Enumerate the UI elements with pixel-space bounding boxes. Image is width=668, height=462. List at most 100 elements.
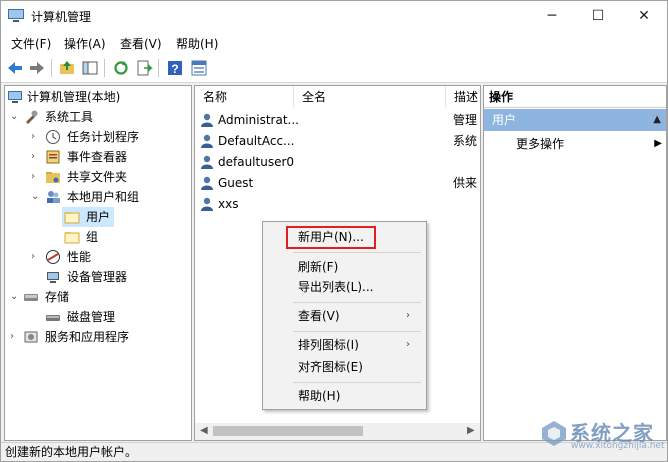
folder-icon <box>64 212 80 224</box>
expand-chevron-icon[interactable]: › <box>31 147 41 167</box>
tree-node-storage[interactable]: ⌄ 存储 <box>7 287 187 307</box>
actions-pane: 操作 用户 ▲ 更多操作 ▶ <box>483 85 667 441</box>
performance-icon <box>46 250 60 264</box>
menu-file[interactable]: 文件(F) <box>11 35 51 52</box>
horizontal-scrollbar[interactable]: ◀ ▶ <box>195 423 480 440</box>
close-button[interactable]: ✕ <box>621 1 667 31</box>
actions-section-users[interactable]: 用户 ▲ <box>484 109 666 131</box>
toolbar-separator <box>158 59 159 77</box>
user-name: xxs <box>218 197 239 211</box>
tree-node-disk-management[interactable]: 磁盘管理 <box>7 307 187 327</box>
user-icon <box>201 155 213 169</box>
title-bar: 计算机管理 ─ ☐ ✕ <box>1 1 667 31</box>
up-folder-icon[interactable] <box>58 59 76 77</box>
submenu-arrow-icon: › <box>406 339 410 350</box>
more-actions-item[interactable]: 更多操作 ▶ <box>516 133 666 155</box>
user-icon <box>201 134 213 148</box>
menu-item-arrange-icons[interactable]: 排列图标(I) › <box>298 335 410 355</box>
tree-node-event-viewer[interactable]: › 事件查看器 <box>7 147 187 167</box>
expand-chevron-icon[interactable]: › <box>31 167 41 187</box>
collapse-up-icon[interactable]: ▲ <box>653 109 661 131</box>
tree-node-groups[interactable]: 组 <box>62 227 114 247</box>
computer-management-icon <box>8 91 22 103</box>
forward-icon[interactable] <box>28 59 46 77</box>
maximize-button[interactable]: ☐ <box>575 1 621 31</box>
menu-action[interactable]: 操作(A) <box>64 35 106 52</box>
collapse-chevron-icon[interactable]: ⌄ <box>31 187 41 207</box>
minimize-button[interactable]: ─ <box>529 1 575 31</box>
console-tree: 计算机管理(本地) ⌄ 系统工具 › 任务计划程序 › 事件查看器 › 共享文件… <box>4 85 192 441</box>
toolbar: ? <box>1 53 667 83</box>
menu-separator <box>293 331 421 332</box>
clock-icon <box>46 130 60 144</box>
tree-label: 任务计划程序 <box>67 130 140 144</box>
submenu-arrow-icon: › <box>406 310 410 321</box>
menu-item-export-list[interactable]: 导出列表(L)... <box>298 277 374 297</box>
export-list-icon[interactable] <box>135 59 153 77</box>
column-header-name[interactable]: 名称 <box>195 86 294 108</box>
tree-node-users[interactable]: 用户 <box>62 207 114 227</box>
highlight-box <box>286 226 376 249</box>
expand-chevron-icon[interactable]: › <box>31 127 41 147</box>
menu-separator <box>293 382 421 383</box>
computer-management-icon <box>8 9 24 22</box>
watermark: 系统之家 www.xitongzhijia.net <box>536 411 664 457</box>
watermark-url: www.xitongzhijia.net <box>571 441 665 451</box>
event-log-icon <box>46 150 60 164</box>
context-menu: 新用户(N)... 刷新(F) 导出列表(L)... 查看(V) › 排列图标(… <box>262 221 427 410</box>
menu-item-align-icons[interactable]: 对齐图标(E) <box>298 357 363 377</box>
user-icon <box>201 176 213 190</box>
collapse-chevron-icon[interactable]: ⌄ <box>10 107 20 127</box>
menu-help[interactable]: 帮助(H) <box>176 35 218 52</box>
refresh-icon[interactable] <box>112 59 130 77</box>
scroll-left-icon[interactable]: ◀ <box>200 425 208 436</box>
tree-label: 事件查看器 <box>67 150 128 164</box>
device-manager-icon <box>47 272 59 283</box>
menu-item-view[interactable]: 查看(V) › <box>298 306 410 326</box>
tree-label: 存储 <box>45 290 70 304</box>
expand-chevron-icon[interactable]: › <box>10 327 20 347</box>
tree-node-system-tools[interactable]: ⌄ 系统工具 <box>7 107 187 127</box>
tree-label: 系统工具 <box>45 110 94 124</box>
disk-icon <box>46 315 60 321</box>
scroll-right-icon[interactable]: ▶ <box>467 425 475 436</box>
tree-node-services-apps[interactable]: › 服务和应用程序 <box>7 327 187 347</box>
user-name: Administrat... <box>218 113 299 127</box>
user-icon <box>201 197 213 211</box>
show-hide-tree-icon[interactable] <box>81 59 99 77</box>
tree-node-root[interactable]: 计算机管理(本地) <box>7 87 187 107</box>
menu-item-label: 查看(V) <box>298 309 340 323</box>
tree-label: 磁盘管理 <box>67 310 116 324</box>
window-title: 计算机管理 <box>31 10 92 24</box>
menu-item-label: 排列图标(I) <box>298 338 359 352</box>
tree-label: 性能 <box>67 250 92 264</box>
menu-view[interactable]: 查看(V) <box>120 35 162 52</box>
shared-folder-icon <box>46 172 60 183</box>
tree-node-task-scheduler[interactable]: › 任务计划程序 <box>7 127 187 147</box>
column-header-description[interactable]: 描述 <box>446 86 480 108</box>
actions-header: 操作 <box>484 86 666 108</box>
properties-icon[interactable] <box>190 59 208 77</box>
more-actions-label: 更多操作 <box>516 137 565 151</box>
collapse-chevron-icon[interactable]: ⌄ <box>10 287 20 307</box>
user-name: DefaultAcc... <box>218 134 295 148</box>
help-icon[interactable]: ? <box>166 59 184 77</box>
tree-node-performance[interactable]: › 性能 <box>7 247 187 267</box>
menu-item-refresh[interactable]: 刷新(F) <box>298 257 338 277</box>
expand-chevron-icon[interactable]: › <box>31 247 41 267</box>
menu-item-help[interactable]: 帮助(H) <box>298 386 340 406</box>
column-header-fullname[interactable]: 全名 <box>294 86 446 108</box>
tree-label: 计算机管理(本地) <box>27 90 121 104</box>
user-description: 供来 <box>453 176 478 190</box>
folder-icon <box>64 232 80 244</box>
tree-node-shared-folders[interactable]: › 共享文件夹 <box>7 167 187 187</box>
tree-node-local-users-groups[interactable]: ⌄ 本地用户和组 <box>7 187 187 207</box>
tree-label: 共享文件夹 <box>67 170 128 184</box>
back-icon[interactable] <box>6 59 24 77</box>
tree-node-device-manager[interactable]: 设备管理器 <box>7 267 187 287</box>
svg-text:?: ? <box>171 62 178 76</box>
scrollbar-thumb[interactable] <box>213 426 363 436</box>
tree-label: 组 <box>86 230 99 244</box>
tree-label: 本地用户和组 <box>67 190 140 204</box>
tree-label: 设备管理器 <box>67 270 128 284</box>
